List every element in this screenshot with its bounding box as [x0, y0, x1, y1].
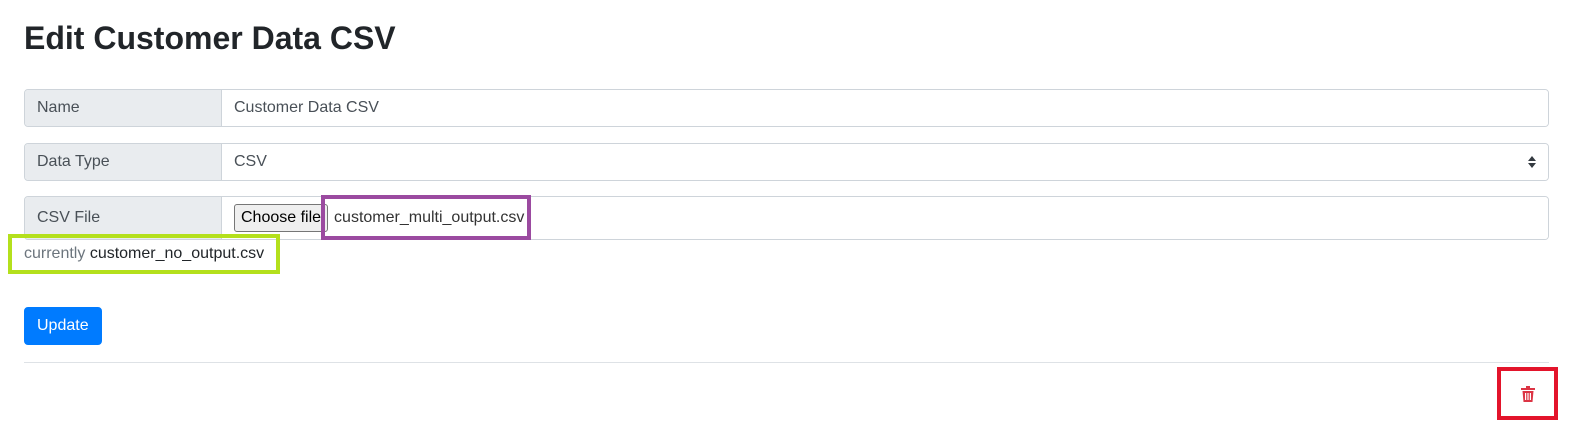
csv-file-input[interactable]: Choose file customer_multi_output.csv — [222, 197, 1548, 239]
edit-data-page: Edit Customer Data CSV Name Customer Dat… — [0, 0, 1581, 429]
data-type-select[interactable]: CSV — [222, 144, 1548, 180]
delete-button[interactable] — [1497, 367, 1558, 420]
data-type-input-group: Data Type CSV — [24, 143, 1549, 181]
sort-arrows-icon — [1528, 156, 1536, 168]
name-input-group: Name Customer Data CSV — [24, 89, 1549, 127]
data-type-selected-value: CSV — [234, 153, 267, 170]
current-file-name: customer_no_output.csv — [89, 245, 265, 262]
divider — [24, 362, 1549, 363]
csv-file-label: CSV File — [25, 197, 222, 239]
csv-file-input-group: CSV File Choose file customer_multi_outp… — [24, 196, 1549, 240]
name-input[interactable]: Customer Data CSV — [222, 90, 1548, 126]
chosen-filename: customer_multi_output.csv — [334, 209, 525, 226]
choose-file-button[interactable]: Choose file — [234, 204, 329, 232]
data-type-label: Data Type — [25, 144, 222, 180]
name-input-value: Customer Data CSV — [234, 99, 379, 116]
current-file-note: currently customer_no_output.csv — [24, 244, 264, 264]
page-title: Edit Customer Data CSV — [24, 20, 396, 56]
trash-icon — [1520, 385, 1535, 402]
update-button[interactable]: Update — [24, 307, 102, 345]
current-file-prefix: currently — [24, 245, 86, 262]
name-label: Name — [25, 90, 222, 126]
